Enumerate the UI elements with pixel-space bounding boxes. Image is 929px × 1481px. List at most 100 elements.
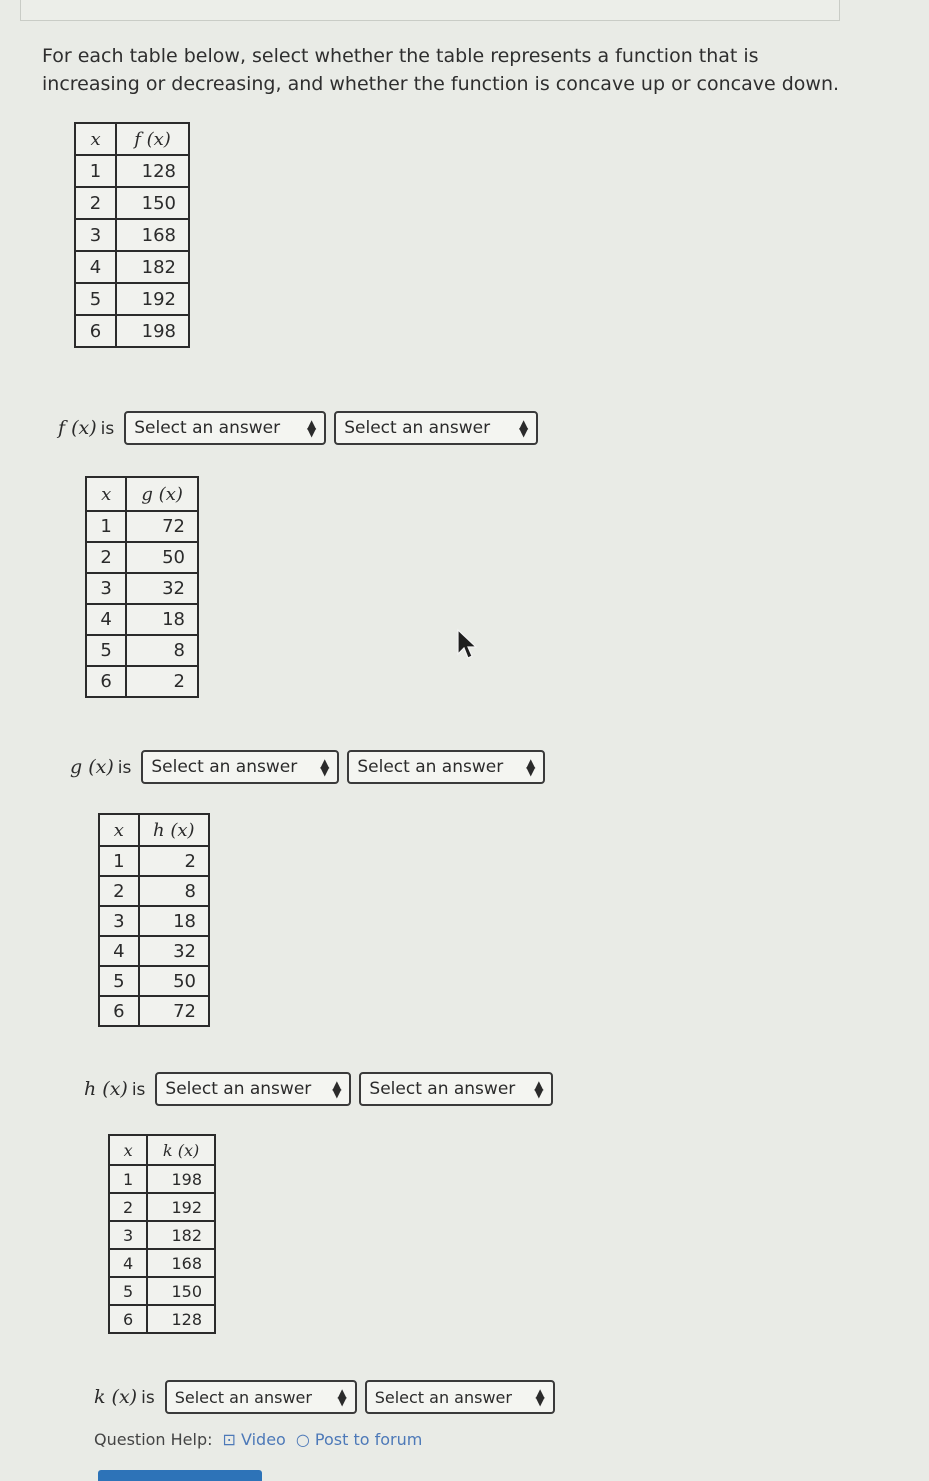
fn-value: 198 [115, 314, 190, 348]
fn-value: 8 [137, 875, 211, 907]
x-value: 1 [73, 154, 118, 188]
x-value: 1 [98, 845, 140, 877]
x-header: x [73, 122, 118, 156]
answer-row-h: h (x) is Select an answer ▲ ▼ Select an an… [84, 1072, 554, 1106]
fn-header: f (x) [115, 122, 190, 156]
answer-row-g: g (x) is Select an answer ▲ ▼ Select an an… [70, 750, 546, 784]
select-value: Select an answer [369, 1079, 516, 1099]
post-to-forum-link[interactable]: ○ Post to forum [296, 1430, 423, 1449]
fn-value: 192 [146, 1192, 216, 1222]
x-value: 5 [98, 965, 140, 997]
video-link[interactable]: ⊡ Video [223, 1430, 286, 1449]
x-header: x [84, 476, 128, 512]
fn-value: 168 [146, 1248, 216, 1278]
top-panel-edge [20, 0, 840, 21]
concavity-select[interactable]: Select an answer ▲ ▼ [359, 1072, 554, 1106]
table-row: 62 [84, 665, 199, 698]
table-row: 2 50 [84, 541, 199, 574]
fn-value: 192 [115, 282, 190, 316]
fn-value: 150 [146, 1276, 216, 1306]
x-value: 3 [107, 1220, 149, 1250]
fn-value: 168 [115, 218, 190, 252]
table-row: 6 128 [107, 1304, 216, 1334]
select-value: Select an answer [174, 1387, 312, 1407]
table-row: 2 192 [107, 1192, 216, 1222]
concavity-select[interactable]: Select an answer ▲ ▼ [364, 1380, 555, 1414]
select-arrows-icon: ▲ ▼ [320, 756, 330, 778]
question-help-label: Question Help: [94, 1430, 213, 1449]
select-value: Select an answer [344, 418, 491, 438]
fn-value: 2 [137, 845, 211, 877]
fn-value: 32 [137, 935, 211, 967]
table-row: 5 150 [107, 1276, 216, 1306]
x-value: 3 [73, 218, 118, 252]
fn-value: 72 [137, 995, 211, 1027]
x-value: 4 [84, 603, 128, 636]
x-header: x [107, 1134, 149, 1166]
fn-value: 2 [125, 665, 199, 698]
fn-value: 72 [125, 510, 199, 543]
function-label: h (x) is [84, 1078, 146, 1100]
table-row: 12 [98, 845, 211, 877]
select-arrows-icon: ▲ ▼ [535, 1386, 545, 1408]
table-row: 1 198 [107, 1164, 216, 1194]
concavity-select[interactable]: Select an answer ▲ ▼ [334, 411, 539, 445]
forum-icon: ○ [295, 1430, 310, 1449]
x-value: 2 [98, 875, 140, 907]
x-value: 6 [107, 1304, 149, 1334]
x-value: 4 [73, 250, 118, 284]
fn-value: 182 [115, 250, 190, 284]
table-row: 5 192 [73, 282, 190, 316]
fn-value: 8 [125, 634, 199, 667]
select-value: Select an answer [134, 418, 281, 438]
direction-select[interactable]: Select an answer ▲ ▼ [164, 1380, 357, 1414]
video-icon: ⊡ [222, 1430, 236, 1449]
select-arrows-icon: ▲ ▼ [306, 417, 317, 439]
direction-select[interactable]: Select an answer ▲ ▼ [124, 411, 327, 445]
video-link-label: Video [241, 1430, 286, 1449]
x-value: 2 [73, 186, 118, 220]
table-row: 1 72 [84, 510, 199, 543]
x-value: 1 [84, 510, 128, 543]
table-f: x f (x) 1 128 2 150 3 168 4 182 5 192 6 198 [73, 122, 190, 348]
x-value: 2 [107, 1192, 149, 1222]
table-g: x g (x) 1 72 2 50 3 32 4 18 58 62 [84, 476, 199, 698]
x-value: 4 [98, 935, 140, 967]
select-value: Select an answer [374, 1387, 512, 1407]
table-row: 58 [84, 634, 199, 667]
table-row: 6 72 [98, 995, 211, 1027]
fn-value: 198 [146, 1164, 216, 1194]
fn-value: 50 [125, 541, 199, 574]
table-h: x h (x) 12 28 3 18 4 32 5 50 6 72 [98, 813, 211, 1027]
table-row: 3 168 [73, 218, 190, 252]
table-row: 4 168 [107, 1248, 216, 1278]
x-value: 5 [84, 634, 128, 667]
answer-row-f: f (x) is Select an answer ▲ ▼ Select an an… [58, 411, 539, 445]
select-arrows-icon: ▲ ▼ [534, 1078, 544, 1100]
submit-button[interactable] [98, 1470, 262, 1481]
x-value: 5 [107, 1276, 149, 1306]
x-value: 1 [107, 1164, 149, 1194]
fn-value: 32 [125, 572, 199, 605]
mouse-pointer-icon [457, 628, 478, 659]
direction-select[interactable]: Select an answer ▲ ▼ [141, 750, 340, 784]
select-value: Select an answer [357, 757, 504, 777]
direction-select[interactable]: Select an answer ▲ ▼ [155, 1072, 352, 1106]
x-value: 2 [84, 541, 128, 574]
x-value: 4 [107, 1248, 149, 1278]
x-value: 6 [73, 314, 118, 348]
x-header: x [98, 813, 140, 847]
table-row: 4 182 [73, 250, 190, 284]
table-row: 5 50 [98, 965, 211, 997]
function-label: k (x) is [94, 1386, 155, 1408]
answer-row-k: k (x) is Select an answer ▲ ▼ Select an an… [94, 1380, 555, 1414]
fn-value: 50 [137, 965, 211, 997]
select-value: Select an answer [151, 757, 298, 777]
table-row: 3 32 [84, 572, 199, 605]
select-arrows-icon: ▲ ▼ [526, 756, 536, 778]
function-label: g (x) is [70, 756, 132, 778]
fn-value: 128 [115, 154, 190, 188]
table-row: 1 128 [73, 154, 190, 188]
fn-value: 182 [146, 1220, 216, 1250]
concavity-select[interactable]: Select an answer ▲ ▼ [347, 750, 546, 784]
